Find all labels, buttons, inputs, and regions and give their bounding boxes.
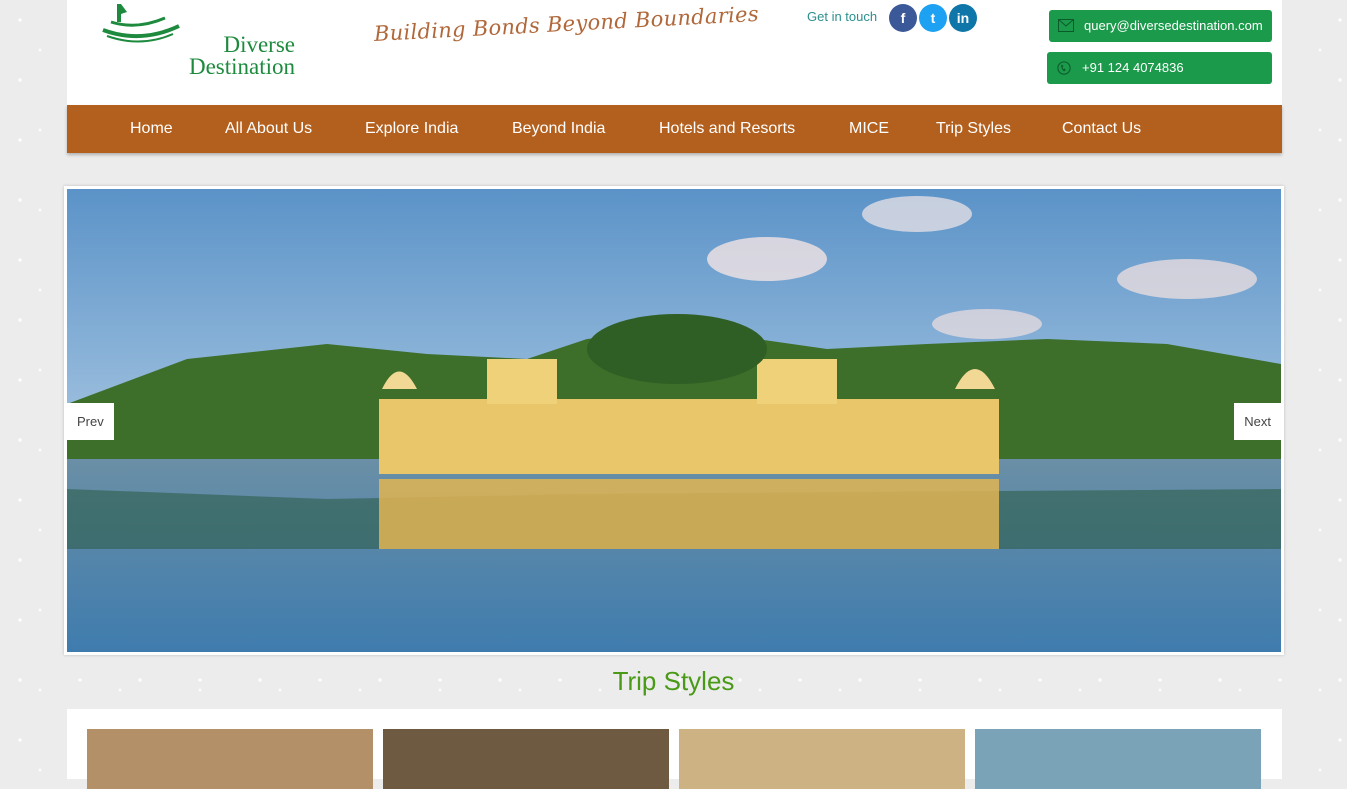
trip-style-card[interactable] (679, 729, 965, 789)
email-button[interactable]: query@diversedestination.com (1049, 10, 1272, 42)
trip-styles-heading: Trip Styles (612, 666, 735, 696)
hero-slide-image: Prev Next (67, 189, 1281, 652)
linkedin-icon[interactable]: in (949, 4, 977, 32)
trip-style-card[interactable] (383, 729, 669, 789)
get-in-touch-label: Get in touch (807, 9, 878, 24)
logo[interactable]: Diverse Destination (101, 0, 295, 80)
slider-next-button[interactable]: Next (1234, 403, 1281, 440)
hero-slider: Prev Next (64, 186, 1284, 655)
nav-explore-india[interactable]: Explore India (365, 105, 458, 153)
twitter-icon[interactable]: t (919, 4, 947, 32)
phone-text: +91 124 4074836 (1082, 60, 1184, 75)
slider-prev-button[interactable]: Prev (67, 403, 114, 440)
phone-button[interactable]: +91 124 4074836 (1047, 52, 1272, 84)
phone-icon (1057, 61, 1071, 75)
trip-style-card[interactable] (87, 729, 373, 789)
mail-icon (1058, 19, 1074, 32)
brand-line1: Diverse (223, 32, 295, 57)
brand-name: Diverse Destination (155, 32, 295, 79)
email-text: query@diversedestination.com (1084, 18, 1263, 33)
tagline: Building Bonds Beyond Boundaries (373, 1, 760, 46)
nav-all-about-us[interactable]: All About Us (225, 105, 312, 153)
nav-contact-us[interactable]: Contact Us (1062, 105, 1141, 153)
nav-trip-styles[interactable]: Trip Styles (936, 105, 1011, 153)
nav-mice[interactable]: MICE (849, 105, 889, 153)
facebook-icon[interactable]: f (889, 4, 917, 32)
nav-home[interactable]: Home (130, 105, 173, 153)
palace-lake-image (67, 189, 1281, 652)
site-header: Diverse Destination Building Bonds Beyon… (67, 0, 1282, 105)
trip-styles-cards (67, 709, 1282, 789)
nav-beyond-india[interactable]: Beyond India (512, 105, 605, 153)
main-nav: Home All About Us Explore India Beyond I… (67, 105, 1282, 153)
brand-line2: Destination (188, 54, 295, 79)
nav-hotels-and-resorts[interactable]: Hotels and Resorts (659, 105, 795, 153)
trip-style-card[interactable] (975, 729, 1261, 789)
